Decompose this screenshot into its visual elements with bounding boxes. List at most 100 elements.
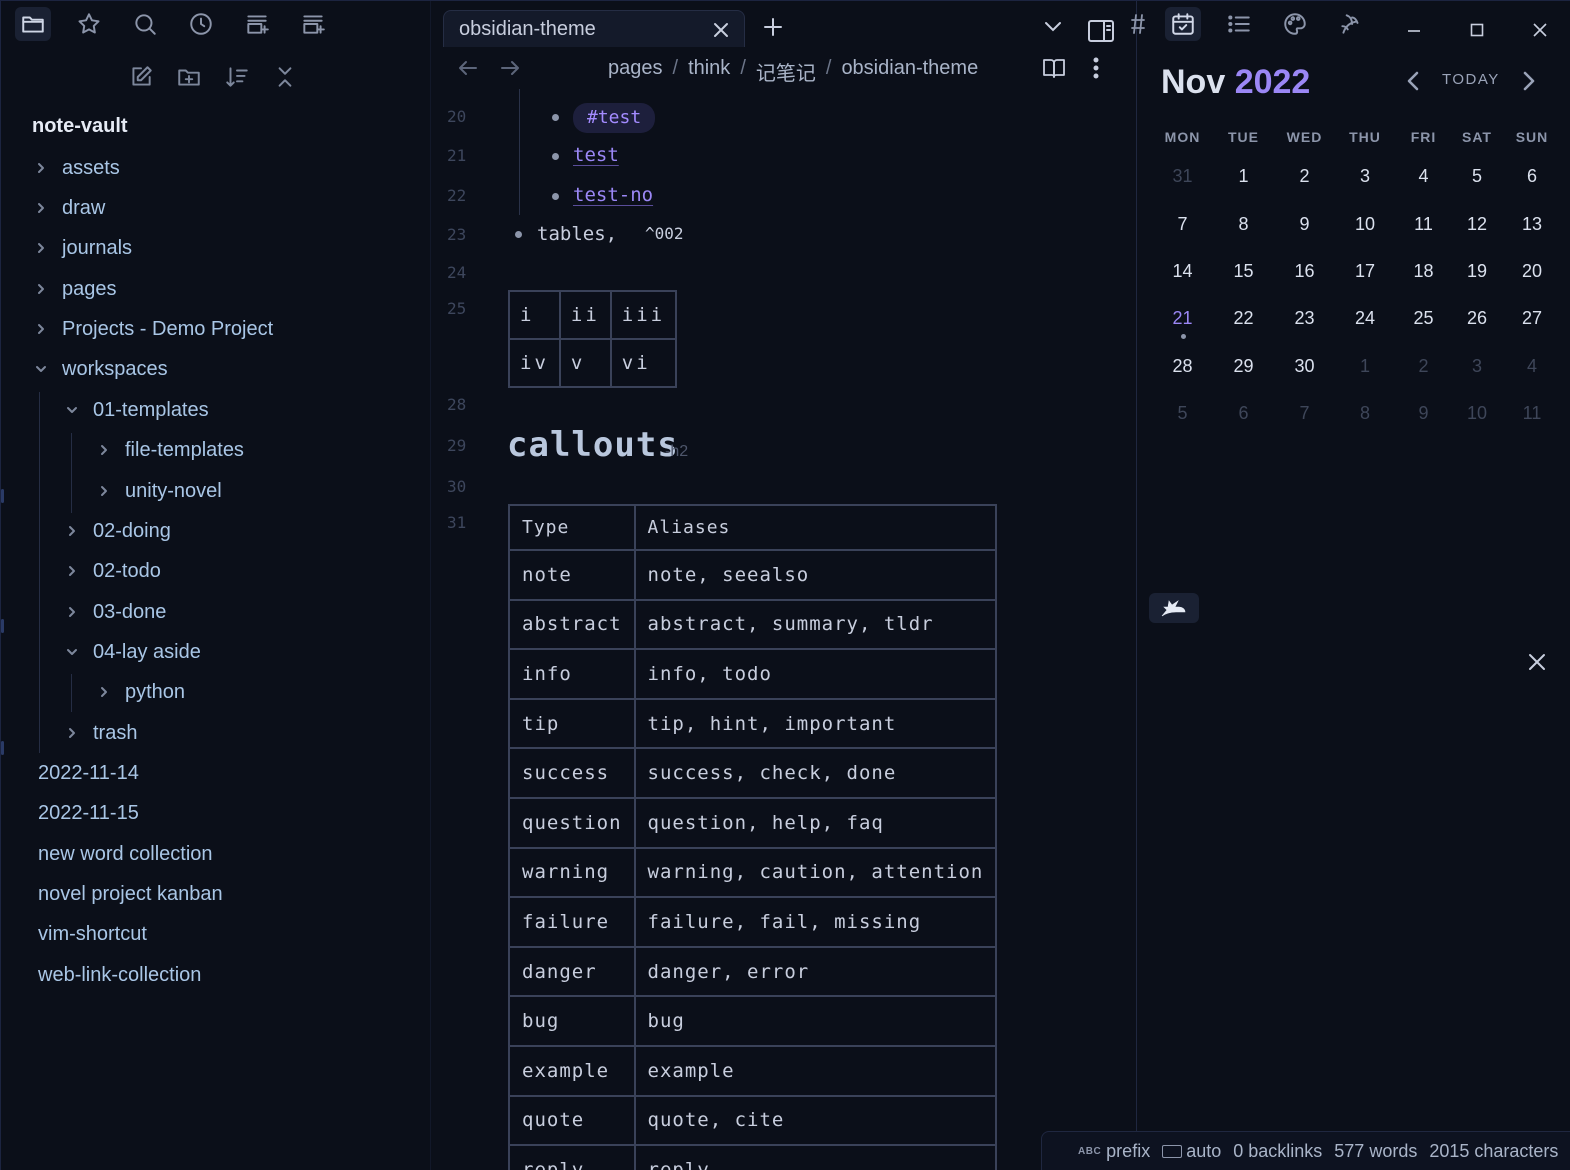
calendar-day[interactable]: 24 [1334,308,1396,329]
tree-file-novel-project-kanban[interactable]: novel project kanban [38,875,223,913]
reading-view-button[interactable] [1041,55,1067,81]
calendar-day[interactable]: 4 [1396,166,1451,187]
plugin-panel-button[interactable] [1149,593,1199,623]
internal-link[interactable]: test-no [573,184,653,206]
tree-folder-journals[interactable]: journals [32,229,132,267]
breadcrumb-item[interactable]: pages [608,57,663,86]
tree-folder-assets[interactable]: assets [32,149,120,187]
table-cell[interactable]: example [508,1044,636,1097]
calendar-day[interactable]: 31 [1153,166,1212,187]
table-cell[interactable]: ii [558,290,612,340]
table-cell[interactable]: info [508,648,636,700]
new-note-button[interactable] [127,61,155,93]
calendar-day[interactable]: 19 [1451,261,1503,282]
tree-folder-trash[interactable]: trash [63,714,137,752]
bookmarks-tab[interactable] [71,7,107,41]
today-button[interactable]: TODAY [1442,71,1500,88]
recent-files-tab[interactable] [183,7,219,41]
calendar-day[interactable]: 15 [1212,261,1275,282]
table-cell[interactable]: bug [508,995,636,1047]
mini-table[interactable]: i ii iii iv v vi [508,290,678,388]
navigate-back-button[interactable] [455,55,481,81]
search-tab[interactable] [127,7,163,41]
new-folder-button[interactable] [175,61,203,93]
file-explorer-tab[interactable] [15,7,51,41]
vault-name[interactable]: note-vault [32,115,128,138]
next-month-button[interactable] [1515,67,1543,95]
tree-folder-pages[interactable]: pages [32,270,117,308]
outline-tab[interactable] [1221,7,1257,41]
tree-folder-unity-novel[interactable]: unity-novel [95,472,222,510]
calendar-day[interactable]: 2 [1396,356,1451,377]
input-mode[interactable]: auto [1162,1141,1221,1162]
table-cell[interactable]: vi [609,338,678,388]
tab-list-dropdown[interactable] [1041,15,1065,39]
calendar-day[interactable]: 28 [1153,356,1212,377]
table-cell[interactable]: question, help, faq [633,796,998,849]
table-cell[interactable]: question [508,796,636,849]
table-cell[interactable]: abstract, summary, tldr [633,598,998,651]
calendar-day[interactable]: 3 [1334,166,1396,187]
new-tab-group-tab[interactable] [239,7,275,41]
calendar-day[interactable]: 10 [1334,214,1396,235]
tree-folder-workspaces[interactable]: workspaces [32,350,168,388]
calendar-day[interactable]: 4 [1503,356,1561,377]
calendar-tab[interactable] [1165,7,1201,41]
calendar-day[interactable]: 11 [1396,214,1451,235]
plugin-view-tab[interactable] [1333,7,1369,41]
calendar-day[interactable]: 29 [1212,356,1275,377]
tree-folder-02-todo[interactable]: 02-todo [63,552,161,590]
breadcrumb-item[interactable]: think [688,57,730,86]
tree-folder-01-templates[interactable]: 01-templates [63,391,209,429]
breadcrumb-item[interactable]: 记笔记 [756,57,816,86]
tags-tab[interactable] [1131,7,1145,41]
table-cell[interactable]: note [508,549,636,601]
table-cell[interactable]: abstract [508,598,636,651]
minimize-window-button[interactable] [1399,15,1429,45]
calendar-day[interactable]: 5 [1451,166,1503,187]
close-window-button[interactable] [1525,15,1555,45]
new-tab-button[interactable] [760,14,786,40]
table-cell[interactable]: tip [508,697,636,750]
tree-folder-python[interactable]: python [95,673,185,711]
calendar-day[interactable]: 16 [1275,261,1334,282]
tree-folder-03-done[interactable]: 03-done [63,593,166,631]
table-cell[interactable]: i [508,290,561,340]
calendar-day[interactable]: 17 [1334,261,1396,282]
more-options-button[interactable] [1083,55,1109,81]
editor-content[interactable]: 20 21 22 23 24 25 28 29 30 31 #test test… [431,89,1136,1170]
maximize-window-button[interactable] [1462,15,1492,45]
previous-month-button[interactable] [1399,67,1427,95]
style-settings-tab[interactable] [1277,7,1313,41]
tree-folder-04-lay-aside[interactable]: 04-lay aside [63,633,201,671]
table-cell[interactable]: failure [508,896,636,948]
spellcheck-mode[interactable]: ABC prefix [1078,1141,1150,1162]
calendar-day[interactable]: 8 [1212,214,1275,235]
toggle-right-sidebar-button[interactable] [1086,17,1116,45]
navigate-forward-button[interactable] [497,55,523,81]
table-cell[interactable]: danger, error [633,945,998,998]
table-cell[interactable]: note, seealso [633,549,998,601]
calendar-day[interactable]: 7 [1153,214,1212,235]
table-cell[interactable]: iii [609,290,678,340]
calendar-day[interactable]: 26 [1451,308,1503,329]
calendar-day[interactable]: 6 [1212,403,1275,424]
backlinks-count[interactable]: 0 backlinks [1233,1141,1322,1162]
table-header-cell[interactable]: Aliases [633,504,998,551]
table-cell[interactable]: warning [508,846,636,899]
table-cell[interactable]: quote [508,1094,636,1147]
tag-pill[interactable]: #test [573,103,656,133]
calendar-day-today[interactable]: 21 [1153,308,1212,340]
calendar-day[interactable]: 3 [1451,356,1503,377]
calendar-day[interactable]: 10 [1451,403,1503,424]
tree-file-new-word-collection[interactable]: new word collection [38,835,213,873]
table-cell[interactable]: reply [508,1144,636,1170]
table-cell[interactable]: iv [508,338,561,388]
table-cell[interactable]: success [508,747,636,799]
tab-stack-tab[interactable] [295,7,331,41]
calendar-day[interactable]: 18 [1396,261,1451,282]
table-cell[interactable]: tip, hint, important [633,697,998,750]
calendar-day[interactable]: 7 [1275,403,1334,424]
table-cell[interactable]: reply [633,1144,998,1170]
calendar-day[interactable]: 27 [1503,308,1561,329]
